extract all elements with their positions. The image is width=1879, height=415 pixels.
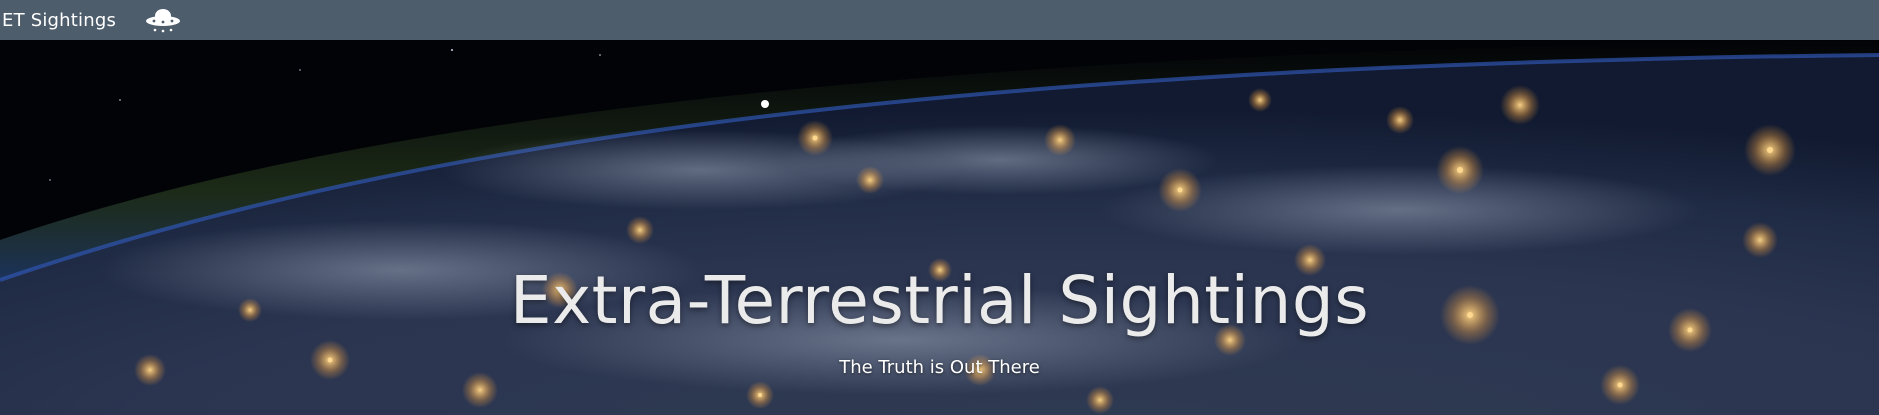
hero-banner: Extra-Terrestrial Sightings The Truth is…	[0, 40, 1879, 415]
hero-subtitle: The Truth is Out There	[839, 357, 1040, 378]
hero-title: Extra-Terrestrial Sightings	[509, 262, 1370, 339]
brand-link[interactable]: ET Sightings	[2, 10, 116, 31]
navbar: ET Sightings	[0, 0, 1879, 40]
ufo-icon[interactable]	[144, 6, 182, 34]
